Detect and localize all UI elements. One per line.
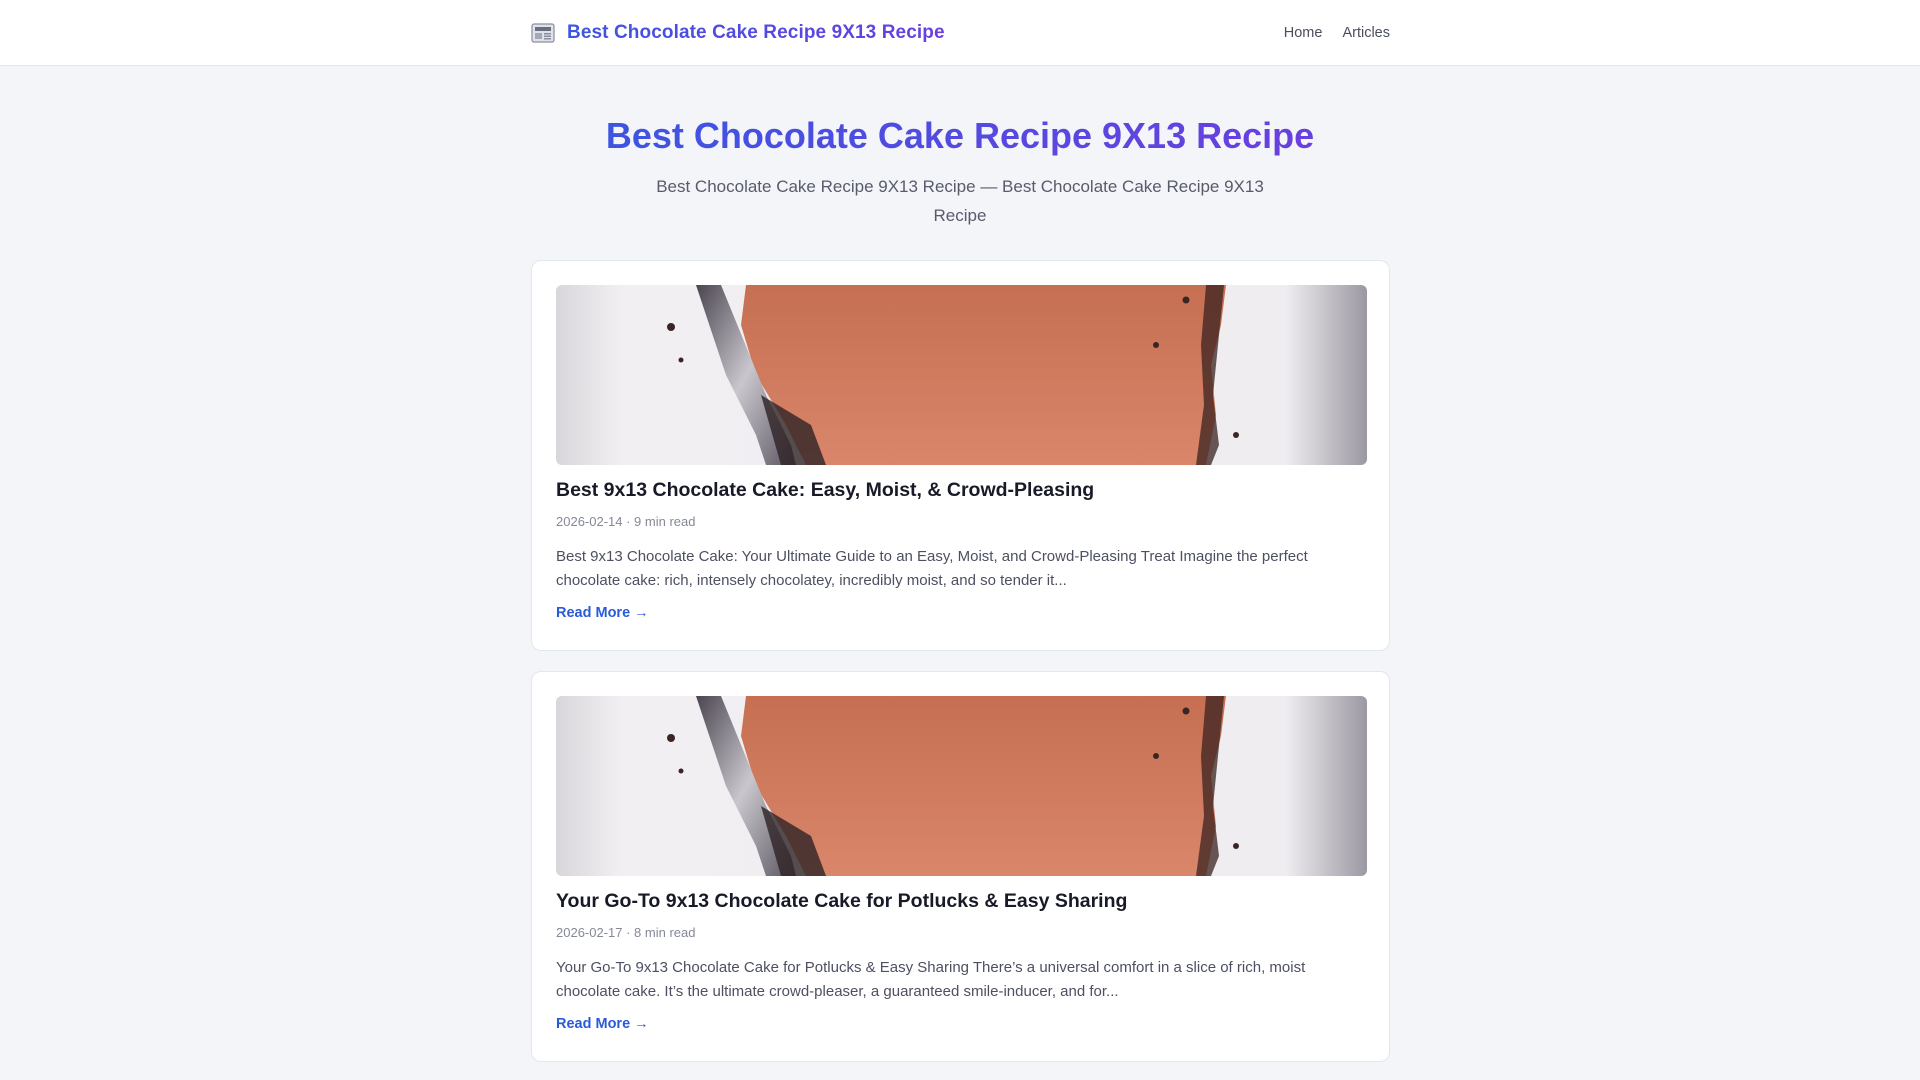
article-image[interactable] [556, 696, 1367, 876]
brand-link[interactable]: Best Chocolate Cake Recipe 9X13 Recipe [531, 22, 945, 44]
hero-section: Best Chocolate Cake Recipe 9X13 Recipe B… [0, 66, 1920, 230]
article-meta: 2026-02-17 · 8 min read [556, 925, 696, 940]
article-meta: 2026-02-14 · 9 min read [556, 514, 696, 529]
main-nav: Home Articles [1284, 25, 1390, 41]
newspaper-icon [531, 22, 557, 44]
article-title[interactable]: Your Go-To 9x13 Chocolate Cake for Potlu… [556, 888, 1365, 914]
article-image[interactable] [556, 285, 1367, 465]
article-card: Best 9x13 Chocolate Cake: Easy, Moist, &… [531, 260, 1390, 651]
article-card: Your Go-To 9x13 Chocolate Cake for Potlu… [531, 671, 1390, 1062]
brand-title: Best Chocolate Cake Recipe 9X13 Recipe [567, 22, 945, 43]
article-title[interactable]: Best 9x13 Chocolate Cake: Easy, Moist, &… [556, 477, 1365, 503]
page-title: Best Chocolate Cake Recipe 9X13 Recipe [605, 115, 1315, 156]
nav-home-link[interactable]: Home [1284, 25, 1323, 41]
header-inner: Best Chocolate Cake Recipe 9X13 Recipe H… [531, 0, 1390, 66]
page-subtitle: Best Chocolate Cake Recipe 9X13 Recipe —… [656, 177, 1264, 225]
article-excerpt: Your Go-To 9x13 Chocolate Cake for Potlu… [556, 959, 1306, 1000]
site-header: Best Chocolate Cake Recipe 9X13 Recipe H… [0, 0, 1920, 66]
read-more-link[interactable]: Read More → [556, 605, 649, 621]
article-excerpt: Best 9x13 Chocolate Cake: Your Ultimate … [556, 548, 1308, 589]
nav-articles-link[interactable]: Articles [1342, 25, 1390, 41]
read-more-link[interactable]: Read More → [556, 1016, 649, 1032]
